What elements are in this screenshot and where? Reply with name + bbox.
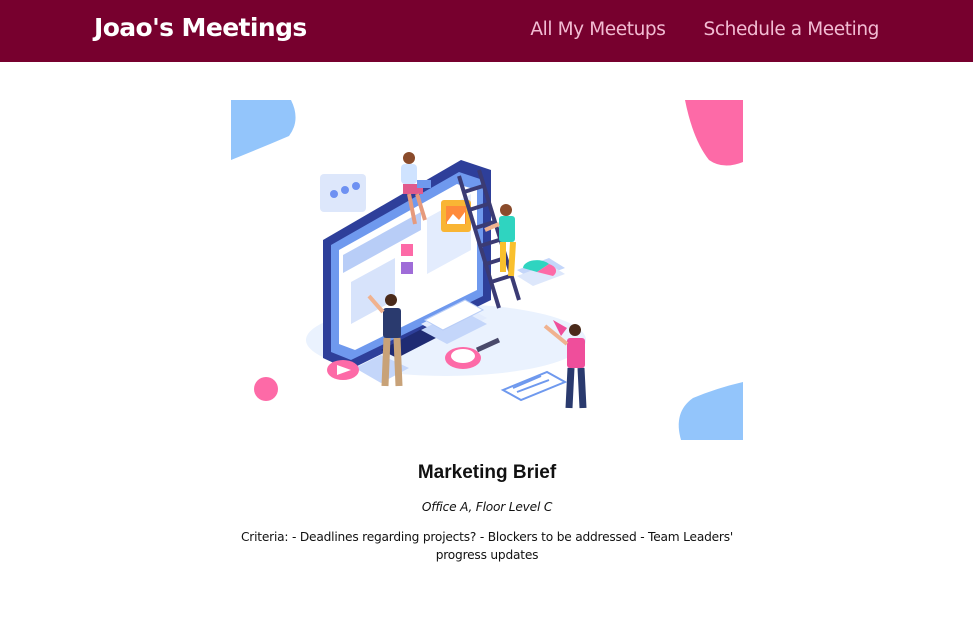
main-header: Joao's Meetings All My Meetups Schedule … [0, 0, 973, 62]
meetup-address: Office A, Floor Level C [421, 499, 553, 514]
main-navigation: All My Meetups Schedule a Meeting [530, 19, 879, 40]
play-button-icon [327, 360, 359, 380]
pink-blob-top-right [685, 100, 743, 166]
logo[interactable]: Joao's Meetings [94, 13, 307, 42]
nav-link-all-meetups[interactable]: All My Meetups [530, 19, 665, 40]
meetup-title: Marketing Brief [417, 462, 557, 483]
meetup-description: Criteria: - Deadlines regarding projects… [240, 529, 734, 562]
meetup-image [231, 100, 743, 440]
chat-bubble-icon [320, 174, 366, 212]
blue-blob-bottom-right [678, 382, 743, 440]
meetup-item: Marketing Brief Office A, Floor Level C … [231, 100, 743, 576]
nav-link-schedule-meeting[interactable]: Schedule a Meeting [704, 19, 880, 40]
pink-dot [254, 377, 278, 401]
blue-blob-top-left [231, 100, 296, 160]
tablet-icon [500, 370, 568, 402]
pie-chart-icon [517, 258, 565, 286]
